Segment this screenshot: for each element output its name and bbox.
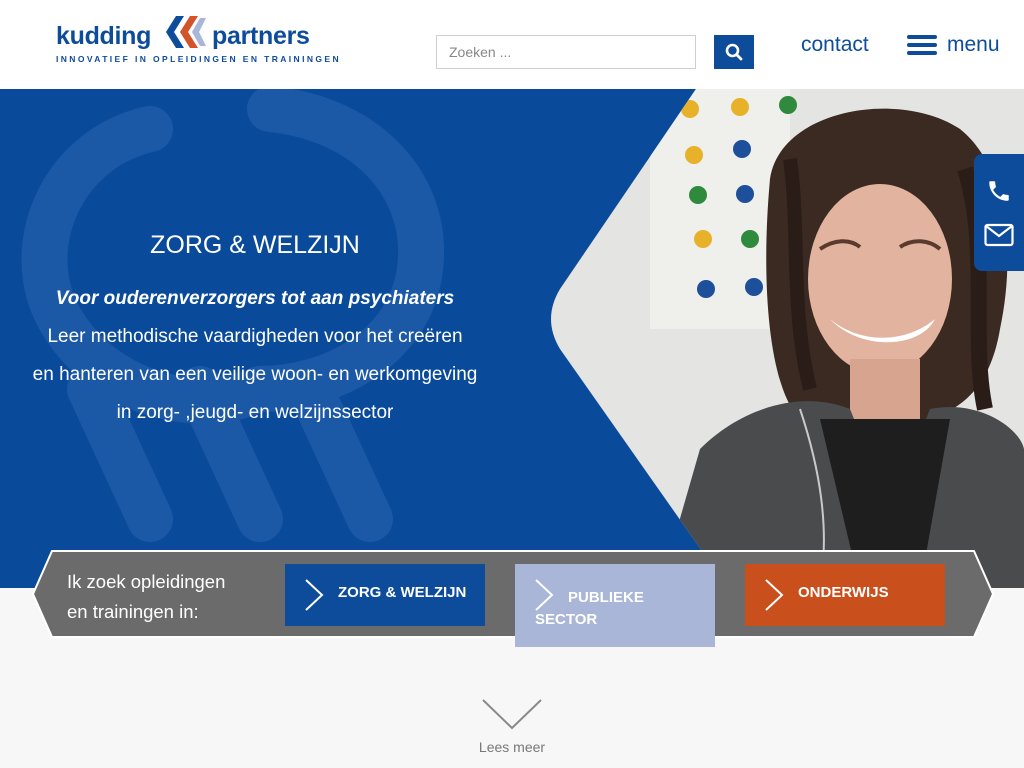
hero-body-line: in zorg- ,jeugd- en welzijnssector bbox=[116, 402, 394, 423]
chevron-right-icon bbox=[765, 579, 784, 611]
hero-body-line: en hanteren van een veilige woon- en wer… bbox=[32, 364, 478, 385]
chevron-right-icon bbox=[535, 579, 554, 611]
read-more-label: Lees meer bbox=[478, 739, 546, 755]
sector-selector: Ik zoek opleidingen en trainingen in: ZO… bbox=[32, 550, 994, 647]
logo-mark-icon bbox=[166, 16, 206, 48]
search-button[interactable] bbox=[714, 35, 754, 69]
search-icon bbox=[725, 43, 743, 61]
sector-button-onderwijs[interactable]: ONDERWIJS bbox=[745, 564, 945, 626]
logo-word-left: kudding bbox=[56, 22, 152, 50]
side-contact-panel bbox=[974, 154, 1024, 271]
logo[interactable]: kudding partners INNOVATIEF IN OPLEIDING… bbox=[56, 14, 339, 70]
phone-icon[interactable] bbox=[983, 177, 1015, 205]
menu-label: menu bbox=[947, 33, 1000, 56]
contact-link[interactable]: contact bbox=[801, 33, 869, 57]
site-header: kudding partners INNOVATIEF IN OPLEIDING… bbox=[0, 0, 1024, 89]
sector-button-label: ONDERWIJS bbox=[798, 584, 889, 601]
hero-body: Leer methodische vaardigheden voor het c… bbox=[10, 318, 500, 432]
hero-body-line: Leer methodische vaardigheden voor het c… bbox=[47, 326, 463, 347]
sector-button-zorg-welzijn[interactable]: ZORG & WELZIJN bbox=[285, 564, 485, 626]
hero-banner: ZORG & WELZIJN Voor ouderenverzorgers to… bbox=[0, 89, 1024, 588]
search-input[interactable] bbox=[436, 35, 696, 69]
sector-button-label: ZORG & WELZIJN bbox=[338, 584, 467, 601]
hero-subtitle: Voor ouderenverzorgers tot aan psychiate… bbox=[55, 288, 455, 309]
logo-word-right: partners bbox=[212, 22, 310, 50]
sector-button-label: PUBLIEKE bbox=[568, 589, 644, 606]
hero-text: ZORG & WELZIJN Voor ouderenverzorgers to… bbox=[10, 231, 500, 432]
mail-icon[interactable] bbox=[983, 221, 1015, 249]
hamburger-icon bbox=[907, 35, 937, 55]
sector-band-label: Ik zoek opleidingen en trainingen in: bbox=[67, 567, 247, 627]
read-more-link[interactable]: Lees meer bbox=[462, 698, 562, 755]
sector-label-line: en trainingen in: bbox=[67, 601, 199, 622]
logo-tagline: INNOVATIEF IN OPLEIDINGEN EN TRAININGEN bbox=[56, 54, 342, 64]
sector-button-label: SECTOR bbox=[535, 611, 598, 628]
chevron-right-icon bbox=[305, 579, 324, 611]
sector-label-line: Ik zoek opleidingen bbox=[67, 571, 226, 592]
sector-button-publieke-sector[interactable]: PUBLIEKE SECTOR bbox=[515, 564, 715, 647]
chevron-down-icon bbox=[482, 699, 542, 730]
hero-title: ZORG & WELZIJN bbox=[150, 231, 360, 259]
menu-button[interactable]: menu bbox=[907, 33, 1000, 57]
